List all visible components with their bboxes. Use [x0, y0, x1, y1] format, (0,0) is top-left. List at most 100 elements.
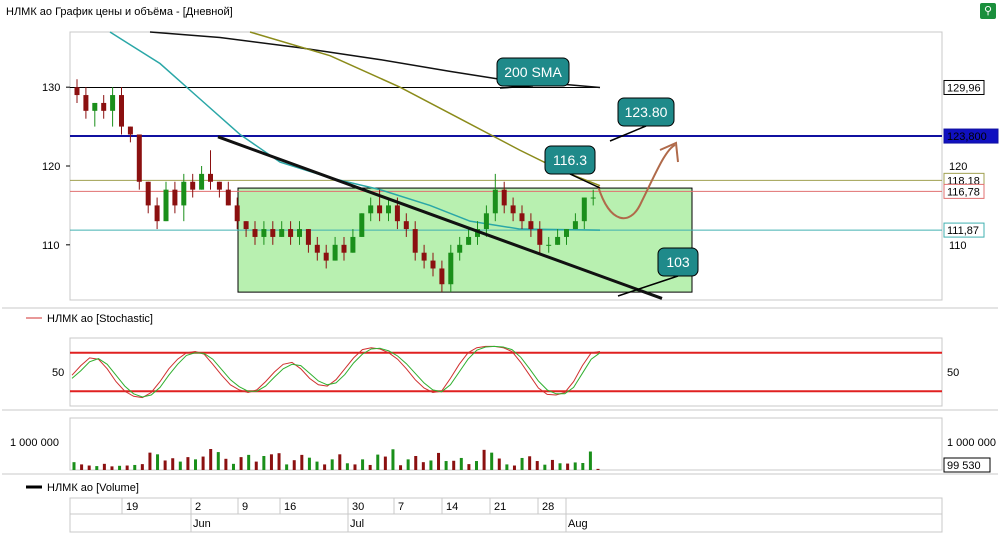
volume-bar — [254, 461, 258, 470]
candle-body — [341, 244, 347, 253]
volume-bar — [520, 457, 524, 470]
volume-bar — [125, 465, 129, 470]
candle-body — [368, 205, 374, 214]
volume-bar — [95, 466, 99, 470]
stoch-line — [71, 345, 601, 398]
candle-body — [172, 189, 178, 206]
stoch-tick-label-right: 50 — [947, 367, 959, 379]
candle-body — [581, 197, 587, 222]
volume-bar — [194, 459, 198, 470]
level-label: 116,78 — [947, 186, 980, 198]
volume-bar — [201, 456, 205, 470]
x-tick-day: 30 — [352, 501, 364, 513]
volume-bar — [209, 449, 213, 470]
volume-bar — [330, 459, 334, 470]
volume-panel-frame — [69, 417, 943, 471]
volume-bar — [497, 458, 501, 470]
volume-bar — [421, 462, 425, 470]
y-tick-label-right: 110 — [949, 240, 967, 252]
volume-bar — [566, 463, 570, 470]
volume-bar — [535, 461, 539, 470]
stoch-line — [71, 345, 601, 399]
volume-bar — [277, 453, 281, 470]
x-tick-day: 7 — [398, 501, 404, 513]
candle-body — [448, 252, 454, 285]
candle-body — [208, 173, 213, 182]
volume-bar — [429, 460, 433, 470]
volume-bar — [383, 456, 387, 470]
volume-bar — [596, 468, 600, 470]
stoch-tick-label: 50 — [52, 367, 64, 379]
x-tick-month: Jun — [193, 518, 211, 530]
volume-bar — [505, 464, 509, 470]
volume-bar — [102, 463, 106, 470]
volume-bar — [459, 457, 463, 470]
candle-body — [225, 189, 231, 206]
callout-label: 116.3 — [553, 152, 587, 168]
volume-bar — [338, 454, 342, 470]
candle-body — [74, 87, 80, 96]
candle-body — [199, 173, 205, 190]
candle-body — [127, 126, 133, 135]
volume-bar — [133, 464, 137, 470]
volume-bar — [224, 458, 228, 470]
candle-body — [110, 95, 116, 111]
volume-bar — [315, 461, 319, 470]
volume-bar — [80, 464, 84, 470]
callout-pointer — [609, 125, 647, 142]
volume-bar — [292, 460, 296, 470]
candle-body — [297, 229, 302, 237]
volume-bar — [467, 464, 471, 470]
candle-body — [154, 205, 160, 222]
volume-bar — [307, 457, 311, 470]
volume-bar — [490, 452, 494, 470]
volume-bar — [558, 463, 562, 470]
level-label: 111,87 — [947, 225, 979, 237]
candle-body — [546, 244, 552, 246]
candle-body — [537, 229, 543, 245]
candle-body — [483, 213, 489, 230]
volume-bar — [171, 458, 175, 470]
candle-body — [314, 244, 320, 253]
stoch-legend: НЛМК ао [Stochastic] — [47, 313, 153, 325]
candle-body — [181, 181, 187, 206]
volume-bar — [87, 465, 91, 470]
candle-body — [421, 252, 427, 261]
volume-bar — [323, 464, 327, 470]
x-tick-day: 9 — [242, 501, 248, 513]
volume-bar — [186, 457, 190, 470]
x-tick-day: 14 — [446, 501, 458, 513]
candle-body — [359, 213, 365, 237]
volume-bar — [262, 456, 266, 470]
candle-body — [377, 205, 383, 214]
y-tick-label: 120 — [42, 161, 60, 173]
x-tick-day: 2 — [195, 501, 201, 513]
volume-bar — [300, 454, 304, 470]
volume-bar — [573, 462, 577, 470]
volume-bar — [543, 464, 547, 470]
chart-canvas: 200 SMA123.80116.3103 129,96123,800118,1… — [2, 31, 999, 533]
candle-body — [190, 181, 196, 190]
volume-bar — [231, 463, 235, 470]
candle-body — [555, 236, 561, 245]
candle-body — [270, 229, 276, 237]
candle-body — [145, 181, 151, 206]
candle-body — [83, 95, 89, 111]
x-tick-day: 16 — [284, 501, 296, 513]
volume-bar — [391, 449, 395, 470]
volume-bar — [72, 462, 76, 470]
candle-body — [430, 260, 436, 269]
x-tick-day: 21 — [494, 501, 506, 513]
callout-pointer — [569, 173, 601, 189]
volume-bar — [345, 463, 349, 470]
volume-bar — [474, 461, 478, 470]
candle-body — [350, 236, 356, 253]
candle-body — [216, 181, 222, 190]
volume-bar — [581, 463, 585, 470]
candle-body — [323, 252, 329, 261]
candle-body — [279, 229, 285, 237]
volume-bar — [368, 464, 372, 470]
candle-body — [234, 205, 240, 222]
volume-bar — [406, 459, 410, 470]
x-tick-month: Jul — [350, 518, 364, 530]
